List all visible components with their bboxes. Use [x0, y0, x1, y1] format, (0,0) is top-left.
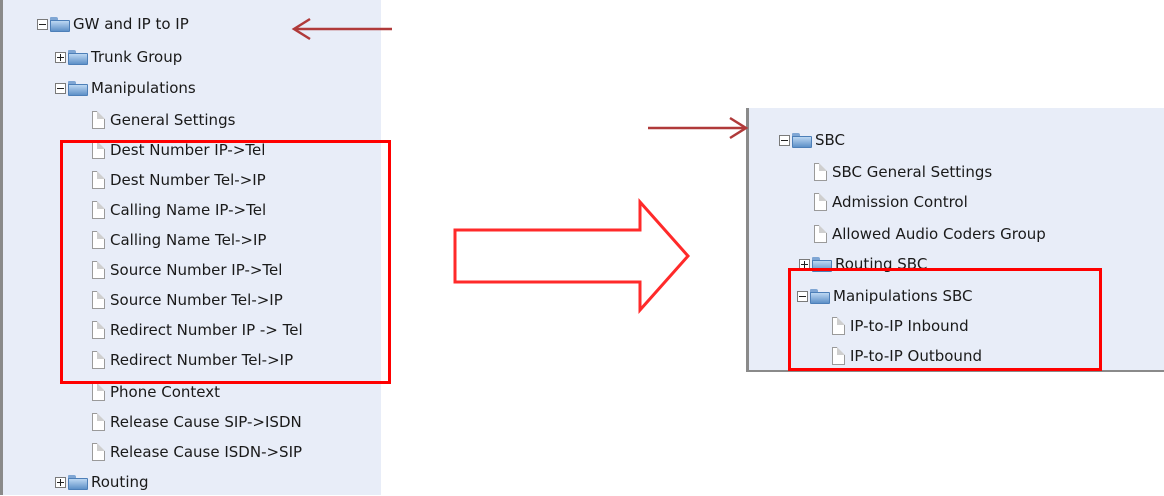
pointer-arrow-left — [291, 17, 392, 41]
big-hollow-arrow-icon — [453, 198, 691, 314]
annotation-arrows — [291, 17, 749, 314]
pointer-arrow-right — [648, 116, 749, 140]
